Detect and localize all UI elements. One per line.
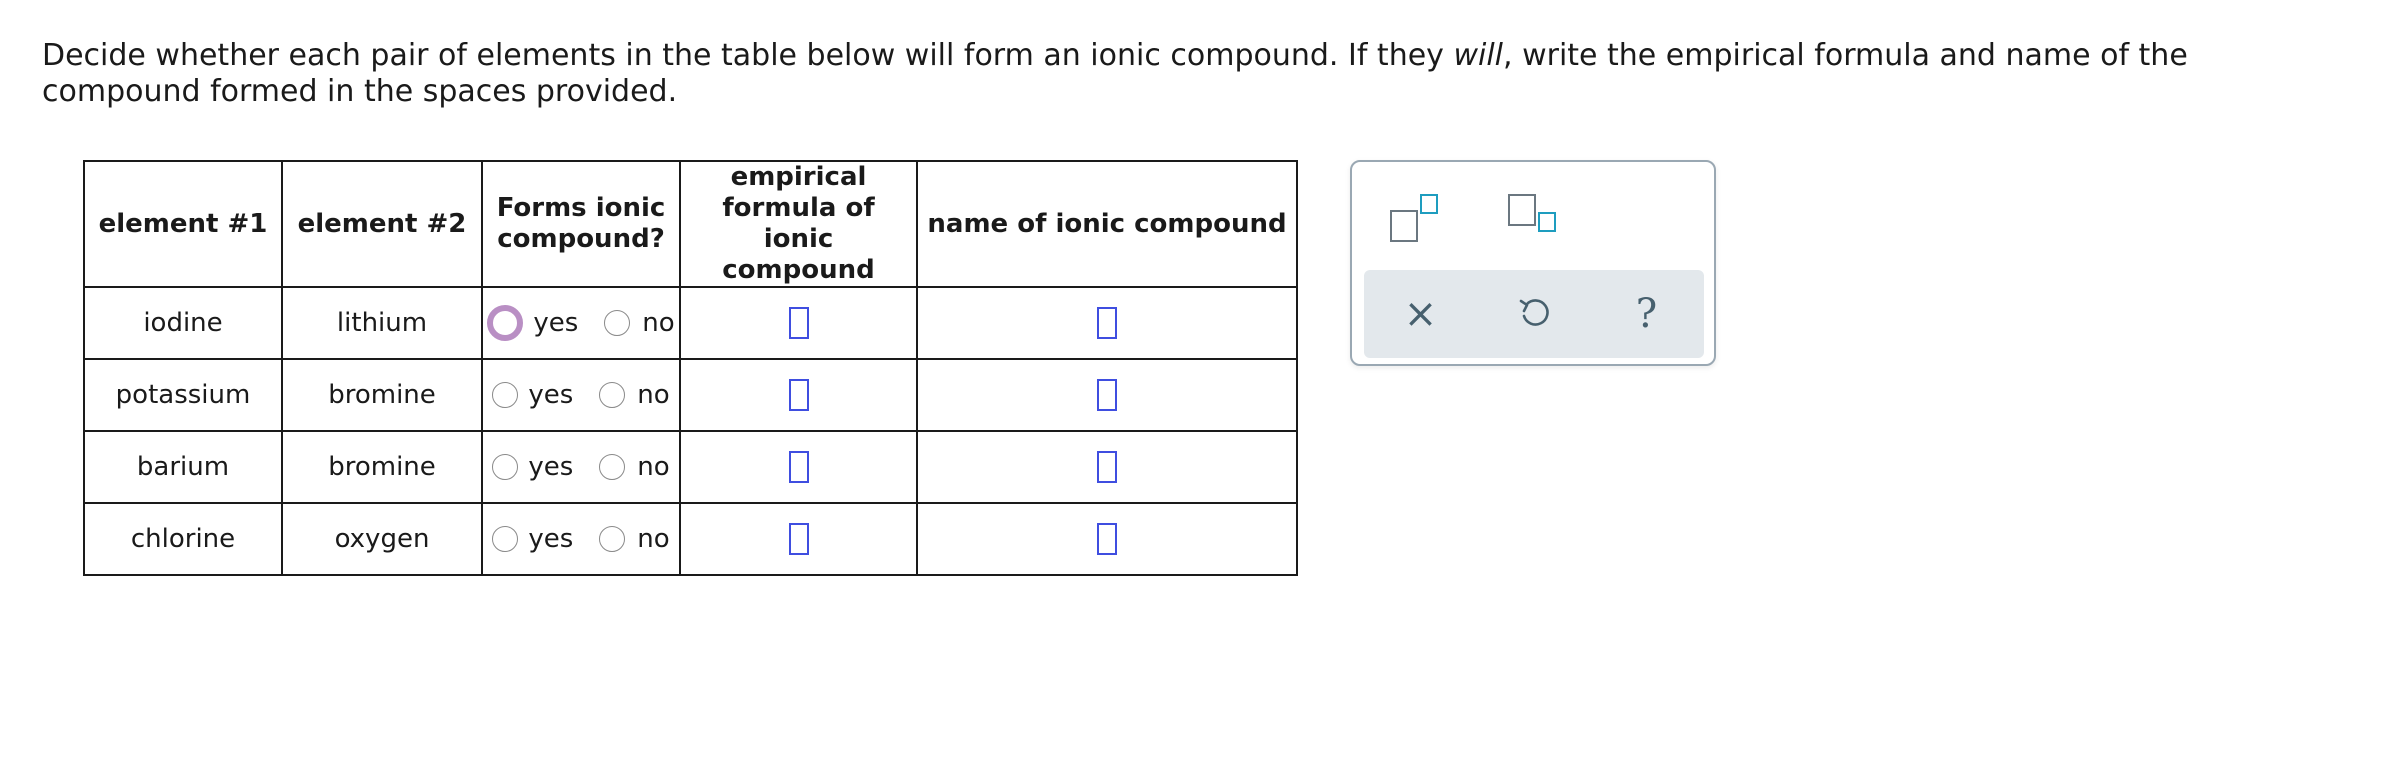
no-option[interactable]: no	[599, 380, 670, 410]
compound-name-cell	[916, 358, 1298, 432]
header-empirical-formula: empirical formula of ionic compound	[679, 160, 918, 288]
yes-radio[interactable]	[492, 382, 519, 408]
table-row: potassium bromine yes no	[83, 358, 1298, 432]
undo-icon-graphic	[1519, 299, 1549, 326]
table-header-row: element #1 element #2 Forms ionic compou…	[83, 160, 1298, 288]
header-forms-ionic: Forms ionic compound?	[481, 160, 681, 288]
header-element-1: element #1	[83, 160, 283, 288]
yes-label: yes	[533, 308, 579, 338]
no-label: no	[637, 380, 670, 410]
forms-ionic-cell: yes no	[481, 358, 681, 432]
yes-label: yes	[528, 380, 574, 410]
table-row: iodine lithium yes no	[83, 286, 1298, 360]
compound-name-input[interactable]	[1097, 451, 1117, 483]
element-1-cell: potassium	[83, 358, 283, 432]
subscript-tool-icon[interactable]	[1508, 194, 1568, 246]
compound-name-cell	[916, 286, 1298, 360]
forms-ionic-cell: yes no	[481, 286, 681, 360]
header-element-2: element #2	[281, 160, 483, 288]
element-1-cell: chlorine	[83, 502, 283, 576]
formula-cell	[679, 502, 918, 576]
no-label: no	[642, 308, 675, 338]
no-radio[interactable]	[599, 382, 626, 408]
header-compound-name: name of ionic compound	[916, 160, 1298, 288]
undo-icon[interactable]	[1477, 270, 1590, 358]
elements-table: element #1 element #2 Forms ionic compou…	[83, 160, 1298, 576]
question-prompt: Decide whether each pair of elements in …	[42, 38, 2352, 110]
no-radio[interactable]	[599, 454, 626, 480]
element-2-cell: bromine	[281, 358, 483, 432]
yes-option[interactable]: yes	[492, 452, 573, 482]
yes-no-radio-group: yes no	[483, 380, 679, 410]
yes-radio[interactable]	[487, 305, 524, 341]
help-icon[interactable]: ?	[1590, 270, 1703, 358]
table-row: chlorine oxygen yes no	[83, 502, 1298, 576]
no-radio[interactable]	[604, 310, 631, 336]
yes-no-radio-group: yes no	[483, 524, 679, 554]
superscript-tool-icon[interactable]	[1390, 194, 1450, 246]
element-2-cell: oxygen	[281, 502, 483, 576]
palette-action-bar: × ?	[1364, 270, 1704, 358]
element-2-cell: lithium	[281, 286, 483, 360]
element-1-cell: iodine	[83, 286, 283, 360]
no-option[interactable]: no	[599, 452, 670, 482]
no-label: no	[637, 524, 670, 554]
formula-input[interactable]	[788, 307, 809, 339]
yes-no-radio-group: yes no	[483, 305, 679, 341]
yes-option[interactable]: yes	[492, 524, 573, 554]
clear-icon[interactable]: ×	[1364, 270, 1477, 358]
compound-name-input[interactable]	[1097, 523, 1117, 555]
yes-option[interactable]: yes	[492, 380, 573, 410]
formula-input[interactable]	[788, 451, 809, 483]
forms-ionic-cell: yes no	[481, 430, 681, 504]
yes-label: yes	[528, 452, 574, 482]
compound-name-input[interactable]	[1097, 307, 1117, 339]
formula-cell	[679, 286, 918, 360]
answer-tool-palette: × ?	[1350, 160, 1716, 366]
formula-input[interactable]	[788, 379, 809, 411]
yes-radio[interactable]	[492, 526, 519, 552]
yes-option[interactable]: yes	[487, 305, 578, 341]
prompt-text-start: Decide whether each pair of elements in …	[42, 38, 1454, 73]
table-row: barium bromine yes no	[83, 430, 1298, 504]
formula-cell	[679, 358, 918, 432]
compound-name-input[interactable]	[1097, 379, 1117, 411]
yes-radio[interactable]	[492, 454, 519, 480]
prompt-emphasis: will	[1453, 38, 1503, 73]
compound-name-cell	[916, 430, 1298, 504]
formula-cell	[679, 430, 918, 504]
yes-no-radio-group: yes no	[483, 452, 679, 482]
element-2-cell: bromine	[281, 430, 483, 504]
no-option[interactable]: no	[604, 308, 675, 338]
yes-label: yes	[528, 524, 574, 554]
no-option[interactable]: no	[599, 524, 670, 554]
no-radio[interactable]	[599, 526, 626, 552]
compound-name-cell	[916, 502, 1298, 576]
element-1-cell: barium	[83, 430, 283, 504]
formula-input[interactable]	[788, 523, 809, 555]
forms-ionic-cell: yes no	[481, 502, 681, 576]
no-label: no	[637, 452, 670, 482]
